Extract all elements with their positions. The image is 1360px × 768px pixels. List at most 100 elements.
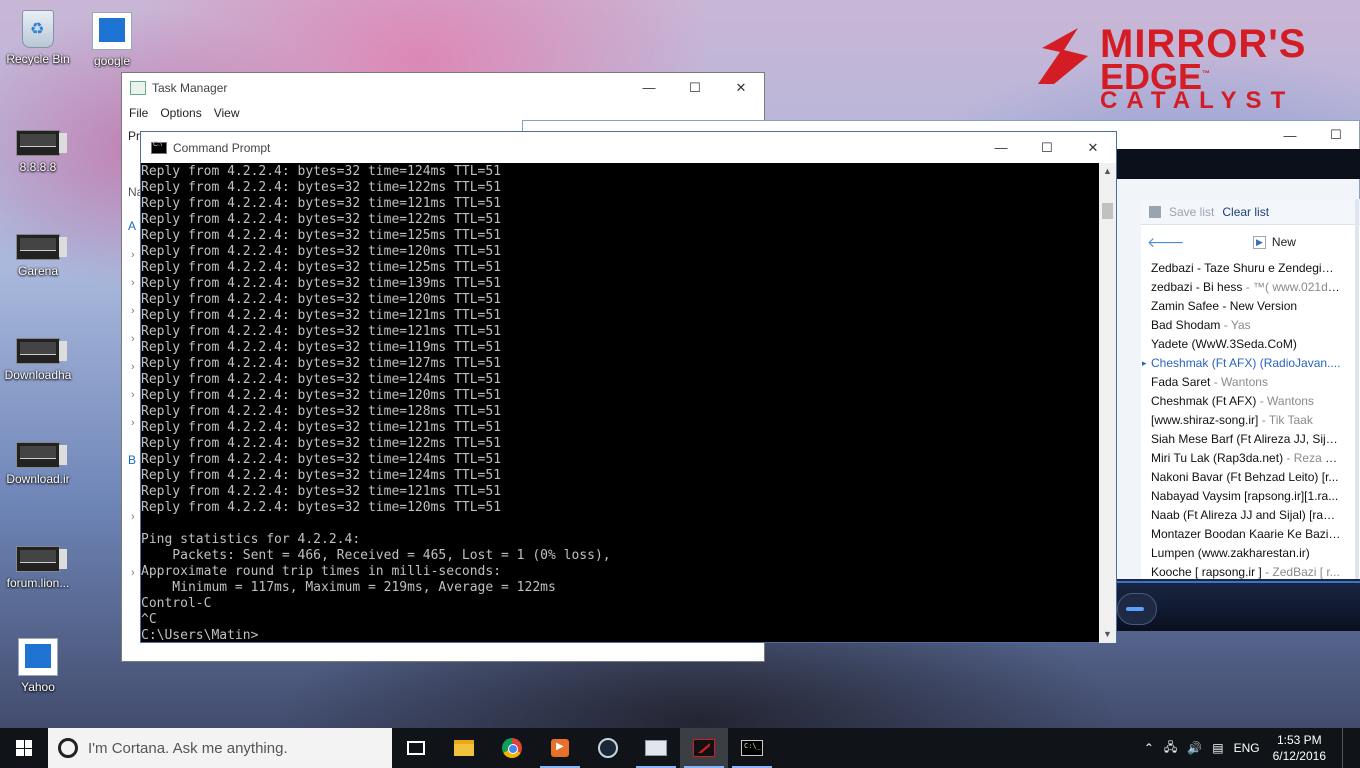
desktop-icon-downloadha[interactable]: Downloadha (0, 330, 76, 382)
console-line: Reply from 4.2.2.4: bytes=32 time=120ms … (141, 292, 502, 307)
desktop-icon-recycle-bin[interactable]: Recycle Bin (0, 10, 76, 66)
clear-list-button[interactable]: Clear list (1222, 205, 1269, 219)
playlist-item[interactable]: Bad Shodam - Yas (1141, 316, 1341, 335)
playlist-item[interactable]: Yadete (WwW.3Seda.CoM) (1141, 335, 1341, 354)
expand-chevron-icon[interactable]: › (131, 305, 135, 317)
minimize-button[interactable]: — (978, 132, 1024, 163)
console-line: Reply from 4.2.2.4: bytes=32 time=121ms … (141, 196, 502, 211)
minimize-button[interactable]: — (1267, 121, 1313, 149)
desktop-icon-google[interactable]: google (74, 12, 150, 68)
close-button[interactable]: ✕ (1070, 132, 1116, 163)
taskbar-steam[interactable] (584, 728, 632, 768)
console-line: Reply from 4.2.2.4: bytes=32 time=121ms … (141, 308, 502, 323)
document-icon (18, 638, 58, 676)
playlist-item[interactable]: Cheshmak (Ft AFX) (RadioJavan.... (1141, 354, 1341, 373)
task-view-button[interactable] (392, 728, 440, 768)
expand-chevron-icon[interactable]: › (131, 567, 135, 579)
expand-chevron-icon[interactable]: › (131, 361, 135, 373)
maximize-button[interactable]: ☐ (672, 73, 718, 102)
playlist-item[interactable]: Siah Mese Barf (Ft Alireza JJ, Sijal, ..… (1141, 430, 1341, 449)
scroll-thumb[interactable] (1102, 203, 1113, 219)
network-icon[interactable]: 🖧 (1159, 738, 1182, 759)
taskbar-media-player[interactable] (536, 728, 584, 768)
window-title: Command Prompt (173, 140, 271, 155)
show-desktop-button[interactable] (1342, 728, 1360, 768)
console-line: Reply from 4.2.2.4: bytes=32 time=124ms … (141, 372, 502, 387)
expand-chevron-icon[interactable]: › (131, 417, 135, 429)
menu-options[interactable]: Options (158, 106, 211, 120)
expand-chevron-icon[interactable]: › (131, 277, 135, 289)
playlist-item[interactable]: Fada Saret - Wantons (1141, 373, 1341, 392)
track-title: Lumpen (www.zakharestan.ir) (1151, 546, 1310, 560)
network-shortcut-icon (16, 234, 67, 260)
track-title: Cheshmak (Ft AFX) (RadioJavan.... (1151, 356, 1341, 370)
volume-icon[interactable]: 🔊 (1182, 741, 1207, 755)
language-indicator[interactable]: ENG (1229, 741, 1265, 755)
expand-chevron-icon[interactable]: › (131, 333, 135, 345)
command-prompt-window[interactable]: Command Prompt — ☐ ✕ Reply from 4.2.2.4:… (140, 131, 1117, 643)
playlist-scrollbar[interactable] (1355, 199, 1359, 579)
task-view-icon (407, 741, 425, 755)
console-line: Control-C (141, 596, 212, 611)
new-playlist-button[interactable]: ▶ New (1253, 235, 1296, 249)
playlist-item[interactable]: Nakoni Bavar (Ft Behzad Leito) [r... (1141, 468, 1341, 487)
desktop-icon-yahoo[interactable]: Yahoo (0, 638, 76, 694)
section-apps-label: A (128, 219, 137, 233)
playlist-item[interactable]: [www.shiraz-song.ir] - Tik Taak (1141, 411, 1341, 430)
task-manager-titlebar[interactable]: Task Manager — ☐ ✕ (122, 73, 764, 102)
volume-slider[interactable] (1117, 593, 1157, 625)
playlist-item[interactable]: Miri Tu Lak (Rap3da.net) - Reza Pi... (1141, 449, 1341, 468)
save-list-button[interactable]: Save list (1169, 205, 1214, 219)
back-arrow-icon[interactable]: 🡐 (1147, 234, 1185, 251)
expand-chevron-icon[interactable]: › (131, 511, 135, 523)
maximize-button[interactable]: ☐ (1024, 132, 1070, 163)
scroll-down-arrow-icon[interactable]: ▼ (1099, 626, 1116, 643)
expand-chevron-icon[interactable]: › (131, 389, 135, 401)
console-output[interactable]: Reply from 4.2.2.4: bytes=32 time=124ms … (141, 163, 1101, 643)
cortana-search-box[interactable]: I'm Cortana. Ask me anything. (48, 728, 392, 768)
playlist-item[interactable]: Zamin Safee - New Version (1141, 297, 1341, 316)
start-button[interactable] (0, 728, 48, 768)
taskbar-task-manager[interactable] (632, 728, 680, 768)
playlist-item[interactable]: Montazer Boodan Kaarie Ke Bazi ... (1141, 525, 1341, 544)
desktop-icon-forum-lion[interactable]: forum.lion... (0, 538, 76, 590)
minimize-button[interactable]: — (626, 73, 672, 102)
menu-view[interactable]: View (212, 106, 250, 120)
playlist-item[interactable]: Lumpen (www.zakharestan.ir) (1141, 544, 1341, 563)
track-artist: - Wantons (1210, 375, 1268, 389)
playlist-item[interactable]: Cheshmak (Ft AFX) - Wantons (1141, 392, 1341, 411)
desktop-icon-label: Downloadha (4, 368, 72, 382)
chevron-up-icon[interactable]: ⌃ (1139, 741, 1159, 755)
close-button[interactable]: ✕ (718, 73, 764, 102)
playlist-item[interactable]: Zedbazi - Taze Shuru e Zendegim... (1141, 259, 1341, 278)
desktop-icon-label: google (93, 54, 131, 68)
seek-bar[interactable] (1117, 581, 1360, 583)
taskbar-apps (392, 728, 776, 768)
system-tray: ⌃ 🖧 🔊 ▤ ENG 1:53 PM 6/12/2016 (1139, 728, 1360, 768)
console-line: Reply from 4.2.2.4: bytes=32 time=120ms … (141, 500, 502, 515)
taskbar-chrome[interactable] (488, 728, 536, 768)
maximize-button[interactable]: ☐ (1313, 121, 1359, 149)
clock[interactable]: 1:53 PM 6/12/2016 (1265, 732, 1338, 764)
taskbar-command-prompt[interactable] (728, 728, 776, 768)
console-scrollbar[interactable]: ▲ ▼ (1099, 163, 1116, 643)
taskbar-file-explorer[interactable] (440, 728, 488, 768)
desktop-icon-download-ir[interactable]: Download.ir (0, 434, 76, 486)
command-prompt-titlebar[interactable]: Command Prompt — ☐ ✕ (141, 132, 1116, 163)
desktop-icon-garena[interactable]: Garena (0, 226, 76, 278)
message-icon[interactable]: ▤ (1207, 741, 1228, 755)
play-icon: ▶ (1253, 235, 1266, 249)
scroll-up-arrow-icon[interactable]: ▲ (1099, 163, 1116, 180)
playlist-item[interactable]: zedbazi - Bi hess - ™( www.021dl.... (1141, 278, 1341, 297)
tab-processes[interactable]: Pr (128, 129, 140, 143)
menu-file[interactable]: File (127, 106, 158, 120)
desktop-icon-label: Garena (17, 264, 59, 278)
playlist-item[interactable]: Naab (Ft Alireza JJ and Sijal) [raps... (1141, 506, 1341, 525)
console-line: C:\Users\Matin> (141, 628, 259, 643)
track-artist: - ™( www.021dl.... (1242, 280, 1341, 294)
expand-chevron-icon[interactable]: › (131, 249, 135, 261)
desktop-icon-label: Download.ir (6, 472, 70, 486)
playlist-item[interactable]: Nabayad Vaysim [rapsong.ir][1.ra... (1141, 487, 1341, 506)
desktop-icon-8888[interactable]: 8.8.8.8 (0, 122, 76, 174)
taskbar-game[interactable] (680, 728, 728, 768)
